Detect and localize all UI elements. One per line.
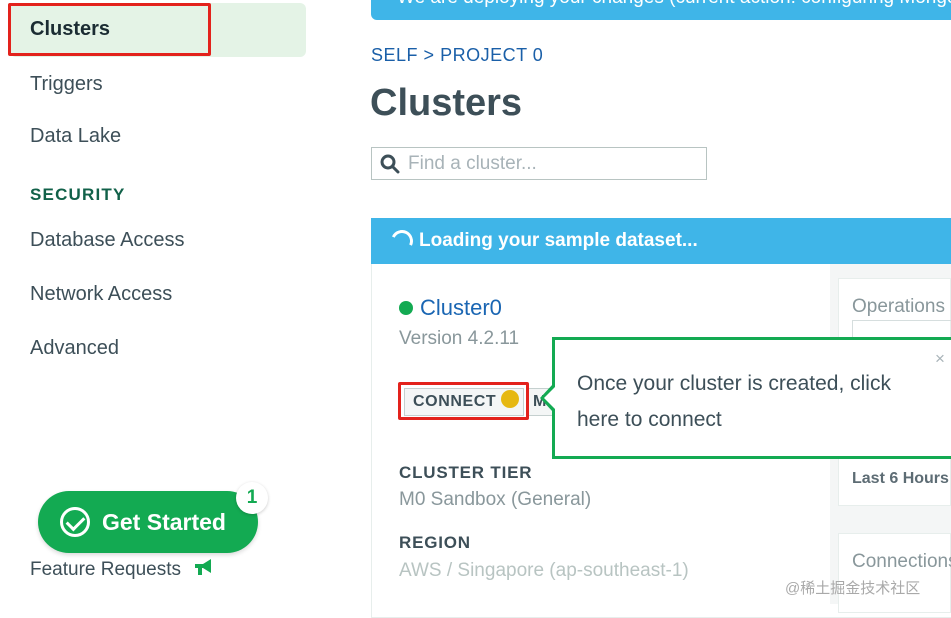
onboarding-tooltip: Once your cluster is created, click here… — [552, 337, 951, 459]
get-started-badge: 1 — [236, 482, 268, 514]
cluster-name-label[interactable]: Cluster0 — [420, 295, 502, 321]
region-label: REGION — [399, 533, 471, 552]
sidebar-item-advanced[interactable]: Advanced — [30, 337, 119, 360]
sidebar-item-network-access[interactable]: Network Access — [30, 283, 172, 306]
security-section-title: SECURITY — [30, 185, 126, 204]
cluster-version: Version 4.2.11 — [399, 328, 520, 349]
time-range-label[interactable]: Last 6 Hours — [852, 470, 949, 488]
region-value: AWS / Singapore (ap-southeast-1) — [399, 560, 689, 581]
feature-requests-link[interactable]: Feature Requests — [30, 557, 215, 583]
breadcrumb-org[interactable]: SELF — [371, 45, 418, 65]
deploy-banner: We are deploying your changes (current a… — [371, 0, 951, 20]
status-dot — [399, 301, 413, 315]
loading-banner: Loading your sample dataset... — [371, 218, 951, 264]
feature-requests-label: Feature Requests — [30, 559, 182, 580]
highlight-box — [8, 3, 211, 56]
watermark: @稀土掘金技术社区 — [785, 580, 921, 597]
page-title: Clusters — [370, 82, 523, 124]
close-icon[interactable]: × — [935, 349, 945, 369]
deploy-banner-text: We are deploying your changes (current a… — [397, 0, 951, 8]
get-started-button[interactable]: Get Started — [38, 491, 258, 553]
check-circle-icon — [60, 507, 90, 537]
breadcrumb-project[interactable]: PROJECT 0 — [440, 45, 543, 65]
connections-card — [838, 533, 951, 613]
megaphone-icon — [193, 557, 215, 583]
breadcrumb-separator: > — [423, 45, 435, 65]
search-icon — [380, 154, 400, 174]
cluster-tier-label: CLUSTER TIER — [399, 463, 533, 482]
tooltip-text: Once your cluster is created, click here… — [577, 372, 891, 431]
sidebar: Clusters Triggers Data Lake SECURITY Dat… — [0, 0, 320, 604]
sidebar-item-data-lake[interactable]: Data Lake — [30, 125, 121, 148]
loading-text: Loading your sample dataset... — [419, 230, 698, 251]
cluster-name[interactable]: Cluster0 — [399, 295, 502, 321]
get-started-label: Get Started — [102, 508, 226, 535]
sidebar-item-triggers[interactable]: Triggers — [30, 73, 103, 96]
tooltip-arrow-inner — [544, 387, 555, 409]
sidebar-item-database-access[interactable]: Database Access — [30, 229, 185, 252]
cluster-search[interactable] — [371, 147, 707, 180]
spinner-icon — [387, 226, 417, 256]
search-input[interactable] — [406, 151, 700, 176]
breadcrumb: SELF > PROJECT 0 — [371, 45, 543, 66]
connect-highlight-box — [398, 382, 529, 420]
connections-title: Connections — [852, 551, 951, 572]
operations-title: Operations — [852, 296, 945, 317]
cluster-tier-value: M0 Sandbox (General) — [399, 489, 592, 510]
